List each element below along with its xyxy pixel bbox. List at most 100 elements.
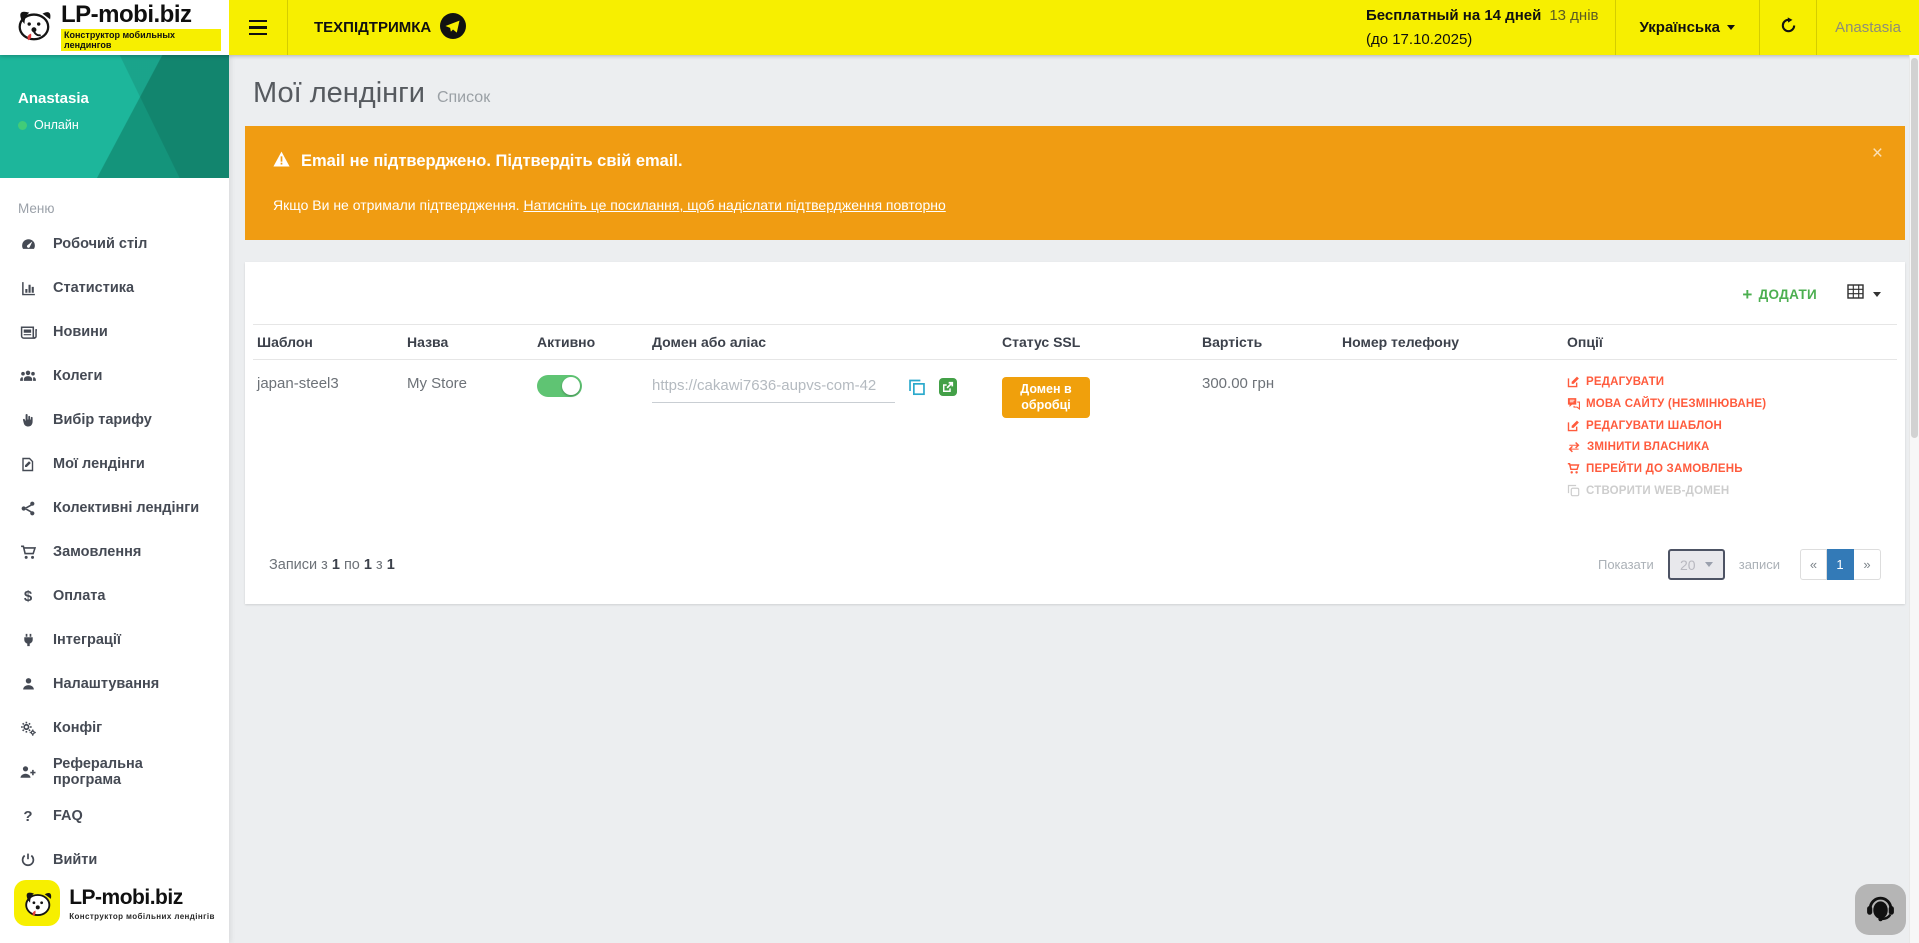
cell-phone <box>1338 360 1563 522</box>
sidebar-item-payment[interactable]: $ Оплата <box>0 574 229 618</box>
users-icon <box>18 368 38 385</box>
refresh-icon <box>1780 17 1797 39</box>
sidebar-item-label: Реферальна програма <box>53 756 211 788</box>
cogs-icon <box>18 720 38 737</box>
sidebar-item-collective-landings[interactable]: Колективні лендінги <box>0 486 229 530</box>
table-header-row: Шаблон Назва Активно Домен або аліас Ста… <box>253 325 1897 360</box>
trial-title: Бесплатный на 14 дней <box>1366 7 1541 24</box>
sidebar-item-label: Замовлення <box>53 544 141 560</box>
columns-visibility-button[interactable] <box>1847 284 1881 304</box>
cart-icon <box>1567 462 1580 475</box>
pagination-prev-button[interactable]: « <box>1800 549 1827 580</box>
scrollbar-track <box>1909 55 1919 943</box>
page-subtitle: Список <box>437 89 490 107</box>
external-link-icon[interactable] <box>939 378 957 396</box>
sidebar-item-my-landings[interactable]: Мої лендінги <box>0 442 229 486</box>
bar-chart-icon <box>18 280 38 297</box>
sidebar-footer-logo[interactable]: LP-mobi.biz Конструктор мобільних лендін… <box>0 868 229 938</box>
language-label: Українська <box>1640 19 1720 36</box>
dollar-icon: $ <box>18 588 38 605</box>
records-info: Записи з 1 по 1 з 1 <box>269 557 395 573</box>
sidebar-item-faq[interactable]: ? FAQ <box>0 794 229 838</box>
active-toggle[interactable] <box>537 375 582 397</box>
trial-days-left: 13 днів <box>1549 7 1598 24</box>
chevron-down-icon <box>1727 25 1735 30</box>
resend-confirmation-link[interactable]: Натисніть це посилання, щоб надіслати пі… <box>523 197 945 213</box>
page-size-select[interactable]: 20 <box>1668 549 1725 580</box>
share-icon <box>18 500 38 517</box>
sidebar-item-news[interactable]: Новини <box>0 310 229 354</box>
warning-icon <box>273 151 290 172</box>
option-go-to-orders[interactable]: ПЕРЕЙТИ ДО ЗАМОВЛЕНЬ <box>1567 462 1893 475</box>
sidebar-item-label: Вибір тарифу <box>53 412 152 428</box>
hand-pointer-icon <box>18 412 38 429</box>
sidebar-item-label: Новини <box>53 324 108 340</box>
option-edit-template[interactable]: РЕДАГУВАТИ ШАБЛОН <box>1567 419 1893 432</box>
sidebar-item-dashboard[interactable]: Робочий стіл <box>0 222 229 266</box>
pagination: « 1 » <box>1800 549 1881 580</box>
hamburger-icon[interactable] <box>229 0 287 55</box>
sidebar-item-settings[interactable]: Налаштування <box>0 662 229 706</box>
copy-icon[interactable] <box>908 378 926 396</box>
logo-title: LP-mobi.biz <box>61 1 191 28</box>
plus-icon: + <box>1742 286 1752 303</box>
app-logo[interactable]: LP-mobi.biz Конструктор мобильных лендин… <box>0 0 229 55</box>
cell-template: japan-steel3 <box>253 360 403 522</box>
user-plus-icon <box>18 764 38 780</box>
sidebar-item-config[interactable]: Конфіг <box>0 706 229 750</box>
option-change-owner[interactable]: ЗМІНИТИ ВЛАСНИКА <box>1567 441 1893 453</box>
option-site-language[interactable]: МОВА САЙТУ (НЕЗМІНЮВАНЕ) <box>1567 397 1893 410</box>
newspaper-icon <box>18 324 38 341</box>
file-signature-icon <box>18 456 38 473</box>
col-header-phone: Номер телефону <box>1338 325 1563 360</box>
cart-icon <box>18 544 38 561</box>
cell-price: 300.00 грн <box>1198 360 1338 522</box>
support-chat-button[interactable] <box>1855 884 1906 935</box>
page-title: Мої лендінги <box>253 77 425 110</box>
support-link[interactable]: ТЕХПІДТРИМКА <box>288 13 492 43</box>
sidebar-item-orders[interactable]: Замовлення <box>0 530 229 574</box>
scrollbar-thumb[interactable] <box>1911 58 1918 438</box>
user-icon <box>18 676 38 692</box>
sidebar-item-label: Мої лендінги <box>53 456 145 472</box>
sidebar-item-colleagues[interactable]: Колеги <box>0 354 229 398</box>
logo-tagline: Конструктор мобильных лендингов <box>61 29 221 51</box>
close-icon[interactable]: × <box>1872 144 1883 163</box>
alert-text: Якщо Ви не отримали підтвердження. <box>273 197 523 213</box>
pagination-next-button[interactable]: » <box>1854 549 1881 580</box>
sidebar-item-referral[interactable]: Реферальна програма <box>0 750 229 794</box>
domain-input[interactable] <box>652 375 895 403</box>
col-header-template: Шаблон <box>253 325 403 360</box>
alert-title: Email не підтверджено. Підтвердіть свій … <box>301 152 683 171</box>
refresh-button[interactable] <box>1760 0 1816 55</box>
support-label: ТЕХПІДТРИМКА <box>314 19 431 36</box>
sidebar-item-tariff[interactable]: Вибір тарифу <box>0 398 229 442</box>
sidebar-item-integrations[interactable]: Інтеграції <box>0 618 229 662</box>
landings-card: + ДОДАТИ Шаблон Назва Активно Домен або … <box>245 262 1905 604</box>
landings-table: Шаблон Назва Активно Домен або аліас Ста… <box>253 324 1897 521</box>
headset-icon <box>1864 891 1897 929</box>
email-alert-banner: Email не підтверджено. Підтвердіть свій … <box>245 126 1905 240</box>
main-content: Мої лендінги Список Email не підтверджен… <box>229 55 1919 943</box>
user-menu[interactable]: Anastasia <box>1817 19 1919 36</box>
col-header-name: Назва <box>403 325 533 360</box>
sidebar-user-panel: Anastasia Онлайн <box>0 55 229 178</box>
col-header-price: Вартість <box>1198 325 1338 360</box>
sidebar-user-status: Онлайн <box>34 118 79 132</box>
table-grid-icon <box>1847 284 1864 304</box>
plug-icon <box>18 632 38 648</box>
dog-logo-icon <box>12 6 54 49</box>
ssl-status-badge: Домен в обробці <box>1002 377 1090 418</box>
sidebar-item-label: Вийти <box>53 852 97 868</box>
option-create-web-domain: СТВОРИТИ WEB-ДОМЕН <box>1567 484 1893 497</box>
pagination-page-1[interactable]: 1 <box>1827 549 1854 580</box>
sidebar-item-label: Налаштування <box>53 676 159 692</box>
sidebar-item-label: Колеги <box>53 368 102 384</box>
language-dropdown[interactable]: Українська <box>1616 19 1759 36</box>
exchange-icon <box>1567 441 1581 453</box>
add-button[interactable]: + ДОДАТИ <box>1742 286 1817 303</box>
sidebar: Anastasia Онлайн Меню Робочий стіл Стати… <box>0 55 229 943</box>
option-edit[interactable]: РЕДАГУВАТИ <box>1567 375 1893 388</box>
online-status-dot <box>18 121 27 130</box>
sidebar-item-statistics[interactable]: Статистика <box>0 266 229 310</box>
